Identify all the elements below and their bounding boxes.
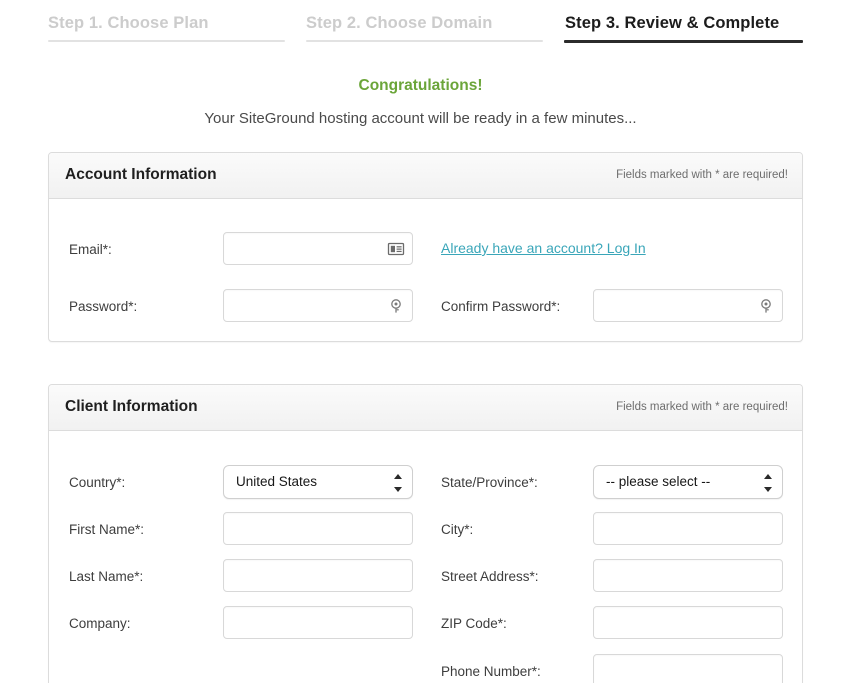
account-panel-title: Account Information (65, 166, 217, 183)
step-2-underline (306, 40, 543, 42)
client-information-panel: Client Information Fields marked with * … (48, 384, 803, 683)
phone-number-label: Phone Number*: (441, 664, 541, 679)
street-address-field[interactable] (593, 559, 783, 592)
city-field[interactable] (593, 512, 783, 545)
confirm-password-label: Confirm Password*: (441, 299, 561, 314)
key-icon[interactable] (387, 297, 405, 315)
zip-code-label: ZIP Code*: (441, 616, 507, 631)
account-required-note: Fields marked with * are required! (616, 169, 788, 181)
step-1-choose-plan[interactable]: Step 1. Choose Plan (48, 14, 209, 33)
chevron-updown-icon[interactable] (763, 473, 773, 493)
first-name-field[interactable] (223, 512, 413, 545)
step-1-underline (48, 40, 285, 42)
last-name-field[interactable] (223, 559, 413, 592)
state-province-select[interactable]: -- please select -- (593, 465, 783, 499)
contact-card-icon[interactable] (387, 240, 405, 258)
client-required-note: Fields marked with * are required! (616, 401, 788, 413)
country-select-value: United States (236, 474, 318, 489)
confirm-password-field[interactable] (593, 289, 783, 322)
step-3-review-complete[interactable]: Step 3. Review & Complete (565, 14, 779, 33)
last-name-label: Last Name*: (69, 569, 144, 584)
client-panel-header: Client Information Fields marked with * … (49, 385, 802, 431)
country-select[interactable]: United States (223, 465, 413, 499)
step-2-choose-domain[interactable]: Step 2. Choose Domain (306, 14, 492, 33)
company-field[interactable] (223, 606, 413, 639)
email-label: Email*: (69, 242, 112, 257)
step-3-underline (564, 40, 803, 43)
state-province-select-value: -- please select -- (606, 474, 711, 489)
country-label: Country*: (69, 475, 126, 490)
signup-review-page: Step 1. Choose Plan Step 2. Choose Domai… (0, 0, 841, 683)
already-have-account-login-link[interactable]: Already have an account? Log In (441, 240, 646, 256)
zip-code-field[interactable] (593, 606, 783, 639)
chevron-updown-icon[interactable] (393, 473, 403, 493)
state-province-label: State/Province*: (441, 475, 538, 490)
password-field[interactable] (223, 289, 413, 322)
client-panel-title: Client Information (65, 398, 198, 415)
street-address-label: Street Address*: (441, 569, 539, 584)
city-label: City*: (441, 522, 474, 537)
first-name-label: First Name*: (69, 522, 145, 537)
phone-number-field[interactable] (593, 654, 783, 683)
account-panel-header: Account Information Fields marked with *… (49, 153, 802, 199)
company-label: Company: (69, 616, 131, 631)
password-label: Password*: (69, 299, 138, 314)
email-field[interactable] (223, 232, 413, 265)
checkout-step-nav: Step 1. Choose Plan Step 2. Choose Domai… (0, 0, 841, 50)
key-icon[interactable] (757, 297, 775, 315)
account-information-panel: Account Information Fields marked with *… (48, 152, 803, 342)
account-ready-subtitle: Your SiteGround hosting account will be … (204, 110, 637, 127)
congratulations-heading: Congratulations! (358, 77, 483, 94)
